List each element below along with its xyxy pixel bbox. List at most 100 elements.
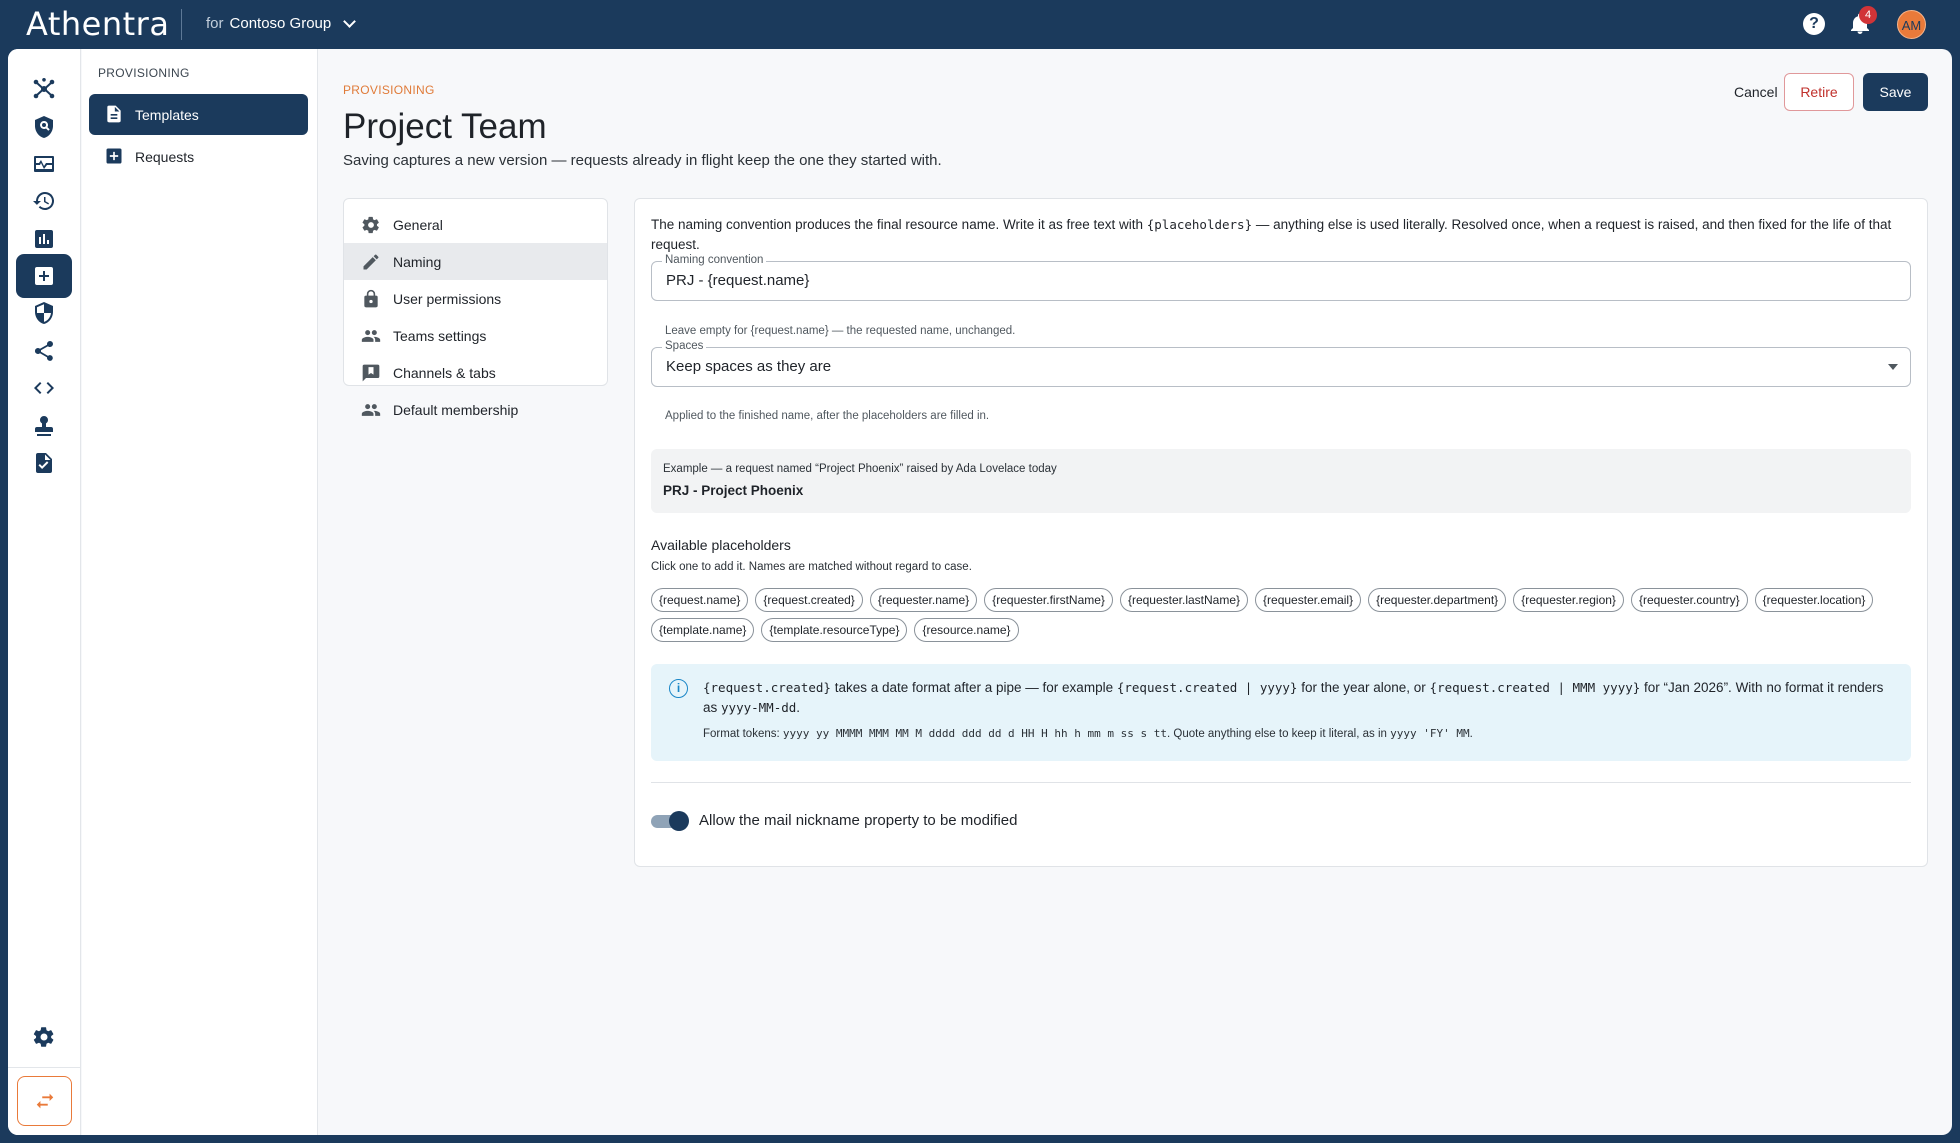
placeholder-chip[interactable]: {requester.firstName} (984, 588, 1113, 612)
save-button[interactable]: Save (1863, 73, 1928, 111)
sidebar-heading: PROVISIONING (98, 66, 190, 80)
gear-icon (361, 215, 381, 235)
tab-label: Channels & tabs (393, 364, 496, 381)
lock-icon (361, 289, 381, 309)
add-square-icon (104, 146, 124, 166)
example-preview: Example — a request named “Project Phoen… (651, 449, 1911, 513)
date-format-info: i {request.created} takes a date format … (651, 664, 1911, 761)
tokens-label: Format tokens: (703, 728, 783, 740)
retire-button[interactable]: Retire (1784, 73, 1854, 111)
placeholder-chip[interactable]: {template.resourceType} (761, 618, 908, 642)
tab-label: Default membership (393, 401, 519, 418)
placeholder-chip[interactable]: {requester.region} (1513, 588, 1624, 612)
divider (651, 782, 1911, 783)
breadcrumb: PROVISIONING (343, 83, 435, 97)
placeholder-chip[interactable]: {requester.email} (1255, 588, 1362, 612)
spaces-select[interactable]: Spaces Keep spaces as they are (651, 340, 1911, 387)
chevron-down-icon (343, 14, 357, 28)
divider (181, 9, 182, 40)
pencil-icon (361, 252, 381, 272)
field-value: Keep spaces as they are (666, 358, 832, 375)
info-segment: for the year alone, or (1297, 680, 1430, 695)
caret-down-icon (1888, 364, 1898, 370)
info-icon: i (669, 679, 688, 698)
info-segment: . (796, 700, 801, 715)
tenant-selector[interactable]: for Contoso Group (206, 14, 357, 32)
tab-label: User permissions (393, 290, 502, 307)
info-code: {request.created | yyyy} (1116, 680, 1298, 695)
tab-naming[interactable]: Naming (344, 243, 607, 280)
app-panel: PROVISIONING Templates Requests PROVISIO… (8, 49, 1952, 1135)
tab-label: Teams settings (393, 327, 487, 344)
people-icon (361, 400, 381, 420)
placeholder-chip[interactable]: {resource.name} (914, 618, 1019, 642)
tab-user-permissions[interactable]: User permissions (344, 280, 607, 317)
tokens-text: . (1469, 728, 1473, 740)
placeholder-chip[interactable]: {request.name} (651, 588, 749, 612)
intro-text: The naming convention produces the final… (651, 217, 1147, 232)
placeholders-subtitle: Click one to add it. Names are matched w… (651, 561, 972, 573)
people-icon (361, 326, 381, 346)
gear-icon[interactable] (16, 1015, 72, 1059)
tab-label: General (393, 216, 443, 233)
provisioning-sidebar: PROVISIONING Templates Requests (82, 49, 318, 1135)
placeholder-chip[interactable]: {requester.lastName} (1119, 588, 1249, 612)
example-caption: Example — a request named “Project Phoen… (663, 463, 1057, 475)
tab-default-membership[interactable]: Default membership (344, 391, 607, 428)
helper-text: Leave empty for {request.name} — the req… (665, 325, 1016, 337)
intro-code: {placeholders} (1146, 217, 1253, 232)
info-code: {request.created | MMM yyyy} (1429, 680, 1641, 695)
page-title: Project Team (343, 107, 547, 146)
avatar[interactable]: AM (1897, 10, 1926, 39)
settings-tabs: General Naming User permissions Teams se… (343, 198, 608, 418)
tokens-text: . Quote anything else to keep it literal… (1167, 728, 1391, 740)
document-icon (104, 104, 124, 124)
notification-badge: 4 (1859, 6, 1877, 24)
cancel-button[interactable]: Cancel (1722, 73, 1790, 111)
field-label: Naming convention (662, 254, 767, 266)
icon-rail (8, 49, 81, 1135)
field-value: PRJ - {request.name} (666, 272, 810, 289)
app-logo[interactable]: Athentra (26, 5, 169, 43)
placeholder-chip[interactable]: {requester.name} (869, 588, 978, 612)
sidebar-item-templates[interactable]: Templates (89, 94, 308, 135)
placeholder-chips: {request.name} {request.created} {reques… (651, 588, 1911, 642)
clipboard-check-icon[interactable] (16, 441, 72, 485)
naming-intro: The naming convention produces the final… (651, 215, 1913, 255)
toggle-label: Allow the mail nickname property to be m… (699, 812, 1018, 829)
sidebar-item-label: Templates (135, 106, 199, 123)
placeholder-chip[interactable]: {requester.location} (1754, 588, 1874, 612)
mail-nickname-toggle[interactable] (651, 811, 689, 831)
main-content: PROVISIONING Project Team Saving capture… (319, 49, 1952, 1135)
page-subtitle: Saving captures a new version — requests… (343, 152, 942, 169)
tenant-prefix: for (206, 15, 224, 32)
sidebar-item-label: Requests (135, 148, 195, 165)
top-bar: Athentra for Contoso Group ? 4 AM (0, 0, 1960, 49)
placeholders-title: Available placeholders (651, 537, 791, 553)
placeholder-chip[interactable]: {request.created} (755, 588, 863, 612)
format-tokens: Format tokens: yyyy yy MMMM MMM MM M ddd… (703, 727, 1473, 740)
naming-convention-input[interactable]: Naming convention PRJ - {request.name} (651, 254, 1911, 301)
tab-general[interactable]: General (344, 206, 607, 243)
placeholder-chip[interactable]: {requester.country} (1630, 588, 1748, 612)
example-value: PRJ - Project Phoenix (663, 483, 804, 498)
info-code: yyyy-MM-dd (721, 700, 797, 715)
toggle-knob (669, 811, 689, 831)
sidebar-item-requests[interactable]: Requests (89, 136, 308, 177)
info-code: {request.created} (703, 680, 831, 695)
helper-text: Applied to the finished name, after the … (665, 410, 990, 422)
placeholder-chip[interactable]: {requester.department} (1368, 588, 1507, 612)
tab-teams-settings[interactable]: Teams settings (344, 317, 607, 354)
help-icon[interactable]: ? (1803, 13, 1825, 35)
tokens-code: yyyy yy MMMM MMM MM M dddd ddd dd d HH H… (782, 727, 1167, 740)
info-text: {request.created} takes a date format af… (703, 678, 1893, 718)
chat-flag-icon (361, 363, 381, 383)
tokens-example: yyyy 'FY' MM (1390, 727, 1470, 740)
field-label: Spaces (662, 340, 707, 352)
swap-arrows-icon[interactable] (17, 1076, 72, 1126)
info-segment: takes a date format after a pipe — for e… (830, 680, 1117, 695)
placeholder-chip[interactable]: {template.name} (651, 618, 755, 642)
tab-channels-tabs[interactable]: Channels & tabs (344, 354, 607, 391)
naming-panel: The naming convention produces the final… (634, 198, 1928, 867)
tenant-name: Contoso Group (229, 15, 332, 32)
